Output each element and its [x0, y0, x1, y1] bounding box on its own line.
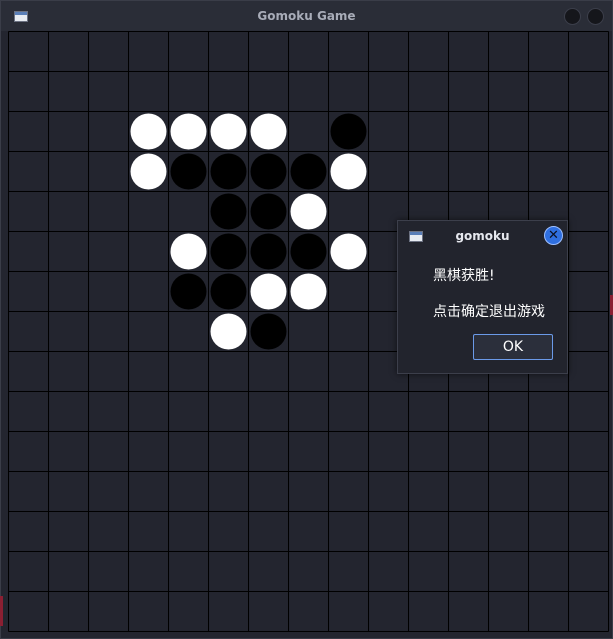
black-stone	[250, 193, 287, 230]
white-stone	[330, 153, 367, 190]
window-title: Gomoku Game	[257, 9, 356, 23]
close-button[interactable]	[587, 8, 604, 25]
ok-button[interactable]: OK	[473, 334, 553, 360]
black-stone	[250, 153, 287, 190]
white-stone	[250, 273, 287, 310]
minimize-button[interactable]	[564, 8, 581, 25]
white-stone	[290, 193, 327, 230]
white-stone	[170, 233, 207, 270]
black-stone	[290, 153, 327, 190]
black-stone	[210, 273, 247, 310]
black-stone	[330, 113, 367, 150]
white-stone	[130, 153, 167, 190]
result-dialog: gomoku ✕ 黑棋获胜! 点击确定退出游戏 OK	[397, 220, 568, 374]
black-stone	[170, 153, 207, 190]
white-stone	[290, 273, 327, 310]
black-stone	[250, 233, 287, 270]
white-stone	[170, 113, 207, 150]
white-stone	[210, 313, 247, 350]
black-stone	[210, 153, 247, 190]
winner-message: 黑棋获胜!	[433, 268, 495, 284]
black-stone	[290, 233, 327, 270]
white-stone	[210, 113, 247, 150]
black-stone	[210, 233, 247, 270]
title-bar[interactable]: Gomoku Game	[1, 1, 612, 31]
close-icon[interactable]: ✕	[544, 226, 563, 245]
white-stone	[330, 233, 367, 270]
black-stone	[170, 273, 207, 310]
background-edge	[0, 596, 3, 626]
dialog-title: gomoku	[455, 229, 510, 243]
white-stone	[130, 113, 167, 150]
black-stone	[210, 193, 247, 230]
exit-instruction: 点击确定退出游戏	[433, 304, 545, 320]
white-stone	[250, 113, 287, 150]
black-stone	[250, 313, 287, 350]
